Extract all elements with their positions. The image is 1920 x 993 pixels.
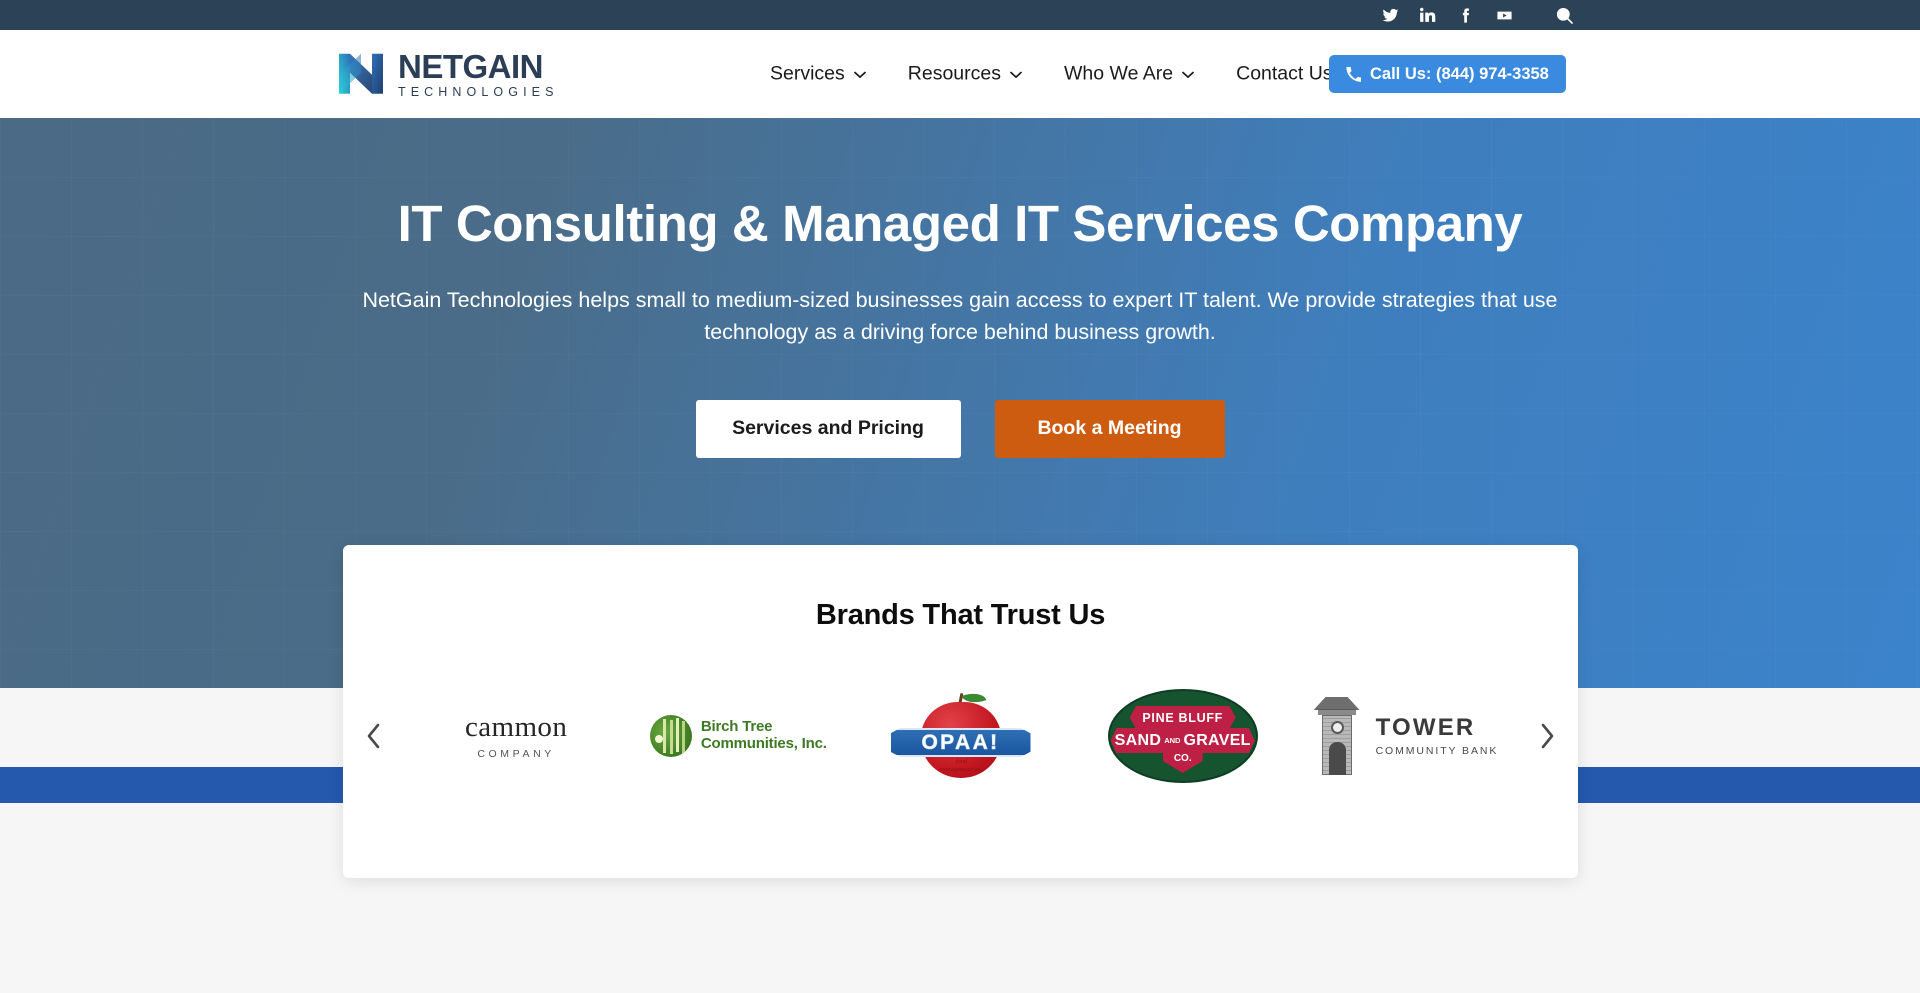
chevron-down-icon — [853, 71, 866, 78]
logo-tagline: TECHNOLOGIES — [398, 84, 559, 99]
brand-logo-opaa[interactable]: food management inc. OPAA! — [849, 671, 1071, 801]
call-us-button[interactable]: Call Us: (844) 974-3358 — [1329, 55, 1566, 93]
opaa-tagline: food management inc. — [939, 758, 984, 774]
tower-sub: COMMUNITY BANK — [1375, 744, 1499, 757]
netgain-logo-mark — [339, 54, 383, 94]
chevron-left-icon — [367, 723, 380, 749]
birch-line2: Communities, Inc. — [700, 735, 827, 752]
nav-label: Services — [770, 62, 845, 85]
chevron-down-icon — [1010, 71, 1022, 78]
brands-title: Brands That Trust Us — [815, 599, 1106, 631]
pine-mid-gravel: GRAVEL — [1183, 731, 1251, 749]
nav-item-resources[interactable]: Resources — [887, 63, 1043, 86]
youtube-icon[interactable] — [1485, 0, 1523, 30]
birch-tree-emblem-icon — [649, 715, 692, 757]
brands-trust-card: Brands That Trust Us cammon COMPANY Birc… — [343, 545, 1578, 878]
nav-label: Contact Us — [1236, 62, 1333, 85]
carousel-track: cammon COMPANY Birch Tree Communities, I… — [405, 671, 1516, 801]
tower-name: TOWER — [1375, 713, 1476, 741]
brand-logo-birch-tree[interactable]: Birch Tree Communities, Inc. — [627, 671, 849, 801]
nav-item-who-we-are[interactable]: Who We Are — [1043, 63, 1215, 86]
site-header: NETGAIN TECHNOLOGIES Services Resources … — [0, 30, 1920, 118]
hero-content: IT Consulting & Managed IT Services Comp… — [0, 118, 1920, 458]
brand-logo-tower-community-bank[interactable]: TOWER COMMUNITY BANK — [1294, 671, 1516, 801]
services-and-pricing-button[interactable]: Services and Pricing — [695, 399, 961, 458]
site-logo[interactable]: NETGAIN TECHNOLOGIES — [338, 50, 559, 99]
chevron-down-icon — [1182, 71, 1194, 78]
cammon-sub: COMPANY — [477, 747, 555, 760]
twitter-icon[interactable] — [1371, 0, 1409, 30]
carousel-prev-button[interactable] — [343, 671, 405, 801]
nav-item-services[interactable]: Services — [749, 63, 887, 86]
main-navigation: Services Resources Who We Are Contact Us — [749, 63, 1375, 86]
top-utility-bar — [0, 0, 1920, 30]
hero-cta-group: Services and Pricing Book a Meeting — [0, 399, 1920, 458]
facebook-icon[interactable] — [1447, 0, 1485, 30]
clock-tower-icon — [1312, 697, 1362, 775]
brands-carousel: cammon COMPANY Birch Tree Communities, I… — [343, 671, 1578, 801]
carousel-next-button[interactable] — [1516, 671, 1578, 801]
chevron-right-icon — [1541, 723, 1554, 749]
book-a-meeting-button[interactable]: Book a Meeting — [994, 399, 1225, 458]
search-icon[interactable] — [1545, 0, 1583, 30]
phone-icon — [1346, 66, 1361, 82]
birch-line1: Birch Tree — [700, 718, 773, 736]
hero-title: IT Consulting & Managed IT Services Comp… — [397, 195, 1523, 252]
pine-bottom-text: CO. — [1173, 753, 1192, 764]
nav-label: Who We Are — [1064, 62, 1174, 85]
hero-subtitle: NetGain Technologies helps small to medi… — [362, 287, 1558, 345]
social-links — [1371, 0, 1583, 30]
pine-bluff-mid-banner: SAND AND GRAVEL — [1110, 728, 1255, 753]
pine-mid-and: AND — [1164, 736, 1181, 745]
pine-bluff-top-banner: PINE BLUFF — [1129, 706, 1236, 729]
call-us-label: Call Us: (844) 974-3358 — [1370, 64, 1549, 83]
nav-label: Resources — [907, 62, 1001, 85]
opaa-banner: OPAA! — [890, 728, 1031, 757]
pine-mid-sand: SAND — [1114, 731, 1162, 749]
opaa-name: OPAA! — [921, 730, 1000, 754]
linkedin-icon[interactable] — [1409, 0, 1447, 30]
cammon-name: cammon — [464, 710, 568, 743]
pine-top-text: PINE BLUFF — [1142, 710, 1223, 725]
brand-logo-pine-bluff[interactable]: PINE BLUFF SAND AND GRAVEL CO. — [1072, 671, 1294, 801]
brand-logo-cammon[interactable]: cammon COMPANY — [405, 671, 627, 801]
logo-wordmark: NETGAIN — [398, 47, 543, 85]
